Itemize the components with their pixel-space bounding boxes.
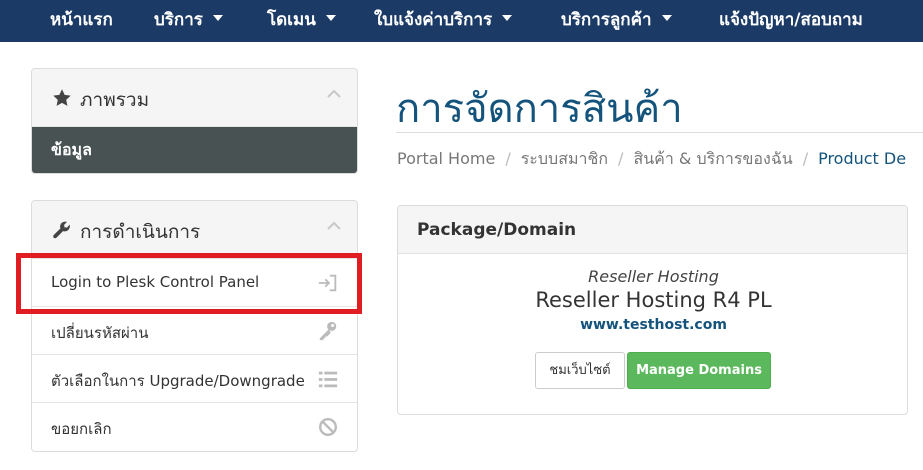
chevron-down-icon bbox=[325, 15, 336, 21]
nav-support-label: บริการลูกค้า bbox=[561, 10, 652, 30]
visit-website-button[interactable]: ชมเว็บไซต์ bbox=[535, 352, 625, 389]
actions-panel: การดำเนินการ Login to Plesk Control Pane… bbox=[31, 200, 358, 452]
wrench-icon bbox=[53, 221, 70, 239]
star-icon bbox=[53, 89, 71, 106]
breadcrumb-my-services[interactable]: สินค้า & บริการของฉัน bbox=[633, 149, 792, 168]
package-name: Reseller Hosting R4 PL bbox=[535, 288, 772, 312]
nav-invoices[interactable]: ใบแจ้งค่าบริการ bbox=[374, 0, 513, 42]
package-group: Reseller Hosting bbox=[588, 267, 719, 286]
overview-panel-title: ภาพรวม bbox=[80, 89, 150, 111]
nav-home[interactable]: หน้าแรก bbox=[50, 0, 113, 42]
nav-domains[interactable]: โดเมน bbox=[267, 0, 336, 42]
sidebar-item-label: ตัวเลือกในการ Upgrade/Downgrade bbox=[51, 372, 305, 390]
actions-panel-title: การดำเนินการ bbox=[80, 221, 201, 243]
manage-domains-button[interactable]: Manage Domains bbox=[627, 352, 771, 389]
key-icon bbox=[319, 321, 337, 341]
breadcrumb-portal-home[interactable]: Portal Home bbox=[397, 149, 495, 168]
nav-tickets[interactable]: แจ้งปัญหา/สอบถาม bbox=[719, 0, 863, 42]
nav-home-label: หน้าแรก bbox=[50, 10, 113, 30]
sidebar-item-upgrade-downgrade[interactable]: ตัวเลือกในการ Upgrade/Downgrade bbox=[32, 355, 357, 403]
breadcrumb-client-area[interactable]: ระบบสมาชิก bbox=[521, 149, 608, 168]
overview-panel: ภาพรวม ข้อมูล bbox=[31, 68, 358, 174]
actions-panel-header[interactable]: การดำเนินการ bbox=[32, 201, 357, 259]
top-navbar: หน้าแรก บริการ โดเมน ใบแจ้งค่าบริการ บริ… bbox=[0, 0, 923, 42]
chevron-up-icon[interactable] bbox=[325, 219, 343, 233]
sidebar-item-change-password[interactable]: เปลี่ยนรหัสผ่าน bbox=[32, 307, 357, 355]
chevron-down-icon bbox=[212, 15, 223, 21]
title-divider bbox=[396, 132, 923, 133]
breadcrumb-current: Product De bbox=[818, 149, 907, 168]
overview-panel-header[interactable]: ภาพรวม bbox=[32, 69, 357, 127]
breadcrumb-separator: / bbox=[618, 149, 624, 168]
package-panel-header: Package/Domain bbox=[398, 206, 907, 254]
chevron-down-icon bbox=[661, 15, 672, 21]
package-domain-link[interactable]: www.testhost.com bbox=[398, 317, 907, 333]
highlight-box bbox=[16, 253, 362, 314]
chevron-up-icon[interactable] bbox=[325, 87, 343, 101]
nav-invoices-label: ใบแจ้งค่าบริการ bbox=[374, 10, 493, 30]
nav-services-label: บริการ bbox=[154, 10, 203, 30]
breadcrumb: Portal Home / ระบบสมาชิก / สินค้า & บริการขอ… bbox=[397, 147, 906, 172]
sidebar-item-label: ขอยกเลิก bbox=[51, 420, 112, 438]
nav-support[interactable]: บริการลูกค้า bbox=[561, 0, 672, 42]
sidebar-item-cancel-request[interactable]: ขอยกเลิก bbox=[32, 403, 357, 451]
page-title: การจัดการสินค้า bbox=[396, 86, 683, 132]
breadcrumb-separator: / bbox=[505, 149, 511, 168]
nav-domains-label: โดเมน bbox=[267, 10, 316, 30]
package-panel: Package/Domain Reseller Hosting Reseller… bbox=[397, 205, 908, 415]
ban-icon bbox=[319, 418, 337, 436]
sidebar-item-label: เปลี่ยนรหัสผ่าน bbox=[51, 324, 149, 342]
list-icon bbox=[318, 371, 338, 388]
nav-services[interactable]: บริการ bbox=[154, 0, 223, 42]
breadcrumb-separator: / bbox=[802, 149, 809, 168]
chevron-down-icon bbox=[502, 15, 513, 21]
nav-tickets-label: แจ้งปัญหา/สอบถาม bbox=[719, 10, 863, 30]
sidebar-item-information[interactable]: ข้อมูล bbox=[32, 127, 357, 173]
